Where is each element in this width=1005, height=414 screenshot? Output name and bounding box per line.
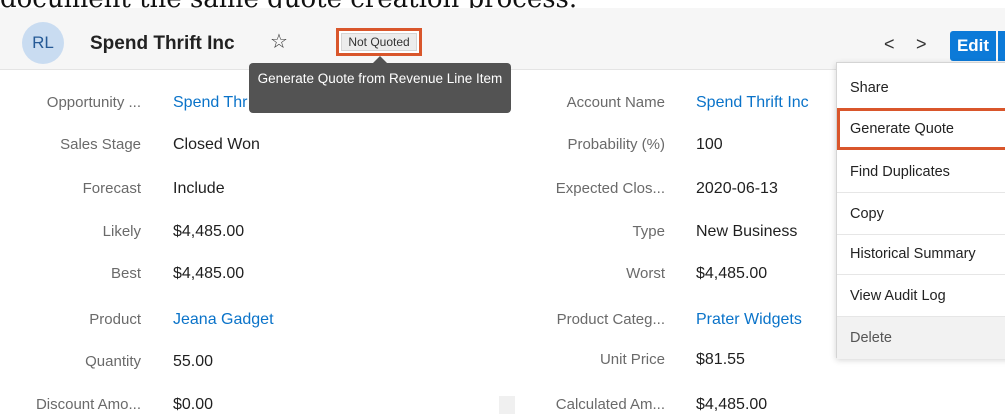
status-badge[interactable]: Not Quoted <box>341 33 417 51</box>
field-value-sales-stage[interactable]: Closed Won <box>173 135 260 155</box>
menu-item-historical-summary[interactable]: Historical Summary <box>837 233 1005 275</box>
menu-item-view-audit-log[interactable]: View Audit Log <box>837 275 1005 317</box>
field-value-worst[interactable]: $4,485.00 <box>696 264 767 284</box>
field-label-best: Best <box>110 265 141 282</box>
field-value-calculated-amount[interactable]: $4,485.00 <box>696 395 767 414</box>
field-value-discount-amount[interactable]: $0.00 <box>173 395 213 414</box>
menu-item-share[interactable]: Share <box>837 67 1005 109</box>
field-label-opportunity: Opportunity ... <box>46 94 141 111</box>
field-value-probability[interactable]: 100 <box>696 135 723 155</box>
field-label-expected-close: Expected Clos... <box>555 180 665 197</box>
column-divider <box>499 396 515 414</box>
actions-dropdown-menu: Share Generate Quote Find Duplicates Cop… <box>836 62 1005 359</box>
field-value-type[interactable]: New Business <box>696 222 797 242</box>
field-label-calculated-amount: Calculated Am... <box>555 396 665 413</box>
field-label-probability: Probability (%) <box>567 136 665 153</box>
field-label-account-name: Account Name <box>566 94 665 111</box>
menu-item-copy[interactable]: Copy <box>837 193 1005 235</box>
field-label-likely: Likely <box>102 223 141 240</box>
field-value-account-name[interactable]: Spend Thrift Inc <box>696 93 809 113</box>
record-title: Spend Thrift Inc <box>90 33 235 54</box>
cropped-document-text: document the same quote creation process… <box>0 0 1005 8</box>
edit-button[interactable]: Edit <box>950 31 996 61</box>
field-value-likely[interactable]: $4,485.00 <box>173 222 244 242</box>
menu-item-find-duplicates[interactable]: Find Duplicates <box>837 151 1005 193</box>
field-value-opportunity[interactable]: Spend Thr <box>173 93 247 113</box>
menu-item-generate-quote[interactable]: Generate Quote <box>837 108 1005 150</box>
menu-item-delete[interactable]: Delete <box>837 317 1005 359</box>
chevron-right-icon[interactable]: > <box>916 34 927 54</box>
field-label-discount-amount: Discount Amo... <box>35 396 141 413</box>
field-label-unit-price: Unit Price <box>599 351 665 368</box>
field-label-worst: Worst <box>626 265 665 282</box>
field-value-unit-price[interactable]: $81.55 <box>696 350 745 370</box>
generate-quote-tooltip: Generate Quote from Revenue Line Item <box>249 56 511 113</box>
field-value-forecast[interactable]: Include <box>173 179 225 199</box>
record-header: RL Spend Thrift Inc ☆ Not Quoted < > Edi… <box>0 8 1005 70</box>
chevron-left-icon[interactable]: < <box>884 34 895 54</box>
field-label-product: Product <box>89 311 141 328</box>
field-label-forecast: Forecast <box>82 180 141 197</box>
field-value-product-category[interactable]: Prater Widgets <box>696 310 802 330</box>
field-value-quantity[interactable]: 55.00 <box>173 352 213 372</box>
field-label-sales-stage: Sales Stage <box>60 136 141 153</box>
field-label-quantity: Quantity <box>85 353 141 370</box>
field-value-expected-close[interactable]: 2020-06-13 <box>696 179 778 199</box>
field-label-product-category: Product Categ... <box>556 311 665 328</box>
avatar: RL <box>22 22 64 64</box>
field-label-type: Type <box>632 223 665 240</box>
star-icon[interactable]: ☆ <box>270 30 288 54</box>
field-value-best[interactable]: $4,485.00 <box>173 264 244 284</box>
actions-dropdown-button[interactable] <box>998 31 1005 61</box>
field-value-product[interactable]: Jeana Gadget <box>173 310 274 330</box>
status-badge-highlight: Not Quoted <box>336 28 422 56</box>
